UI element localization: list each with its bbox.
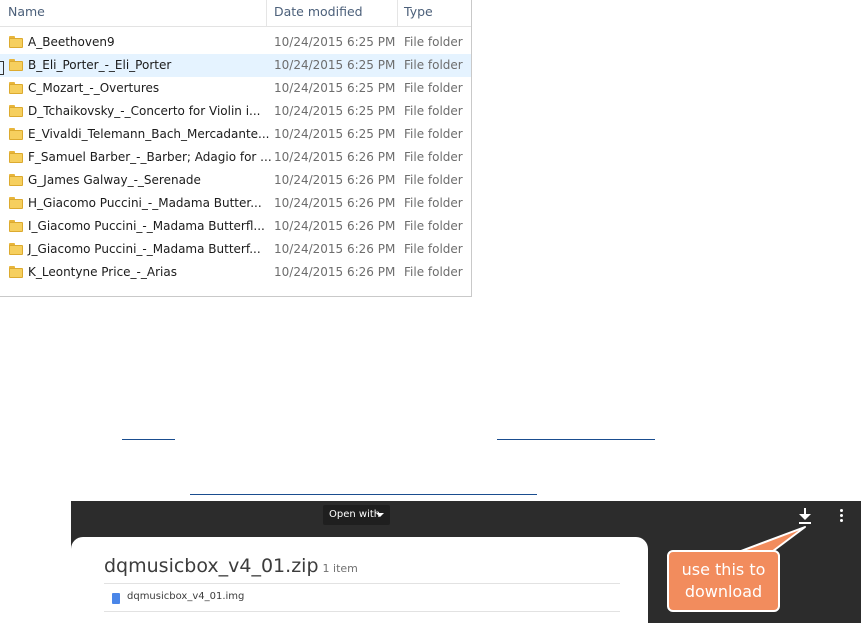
open-with-button[interactable]: Open with — [323, 505, 390, 525]
item-type: File folder — [404, 196, 463, 210]
column-header-name[interactable]: Name — [8, 0, 45, 26]
folder-name: A_Beethoven9 — [28, 35, 115, 49]
item-type: File folder — [404, 242, 463, 256]
archive-preview-card: dqmusicbox_v4_01.zip 1 item dqmusicbox_v4… — [71, 537, 648, 623]
folder-icon — [9, 59, 23, 71]
date-modified: 10/24/2015 6:26 PM — [274, 173, 396, 187]
date-modified: 10/24/2015 6:26 PM — [274, 219, 396, 233]
link-underline[interactable] — [122, 439, 175, 440]
folder-row[interactable]: F_Samuel Barber_-_Barber; Adagio for ...… — [0, 146, 471, 169]
folder-row[interactable]: I_Giacomo Puccini_-_Madama Butterfl... 10… — [0, 215, 471, 238]
folder-icon — [9, 174, 23, 186]
item-type: File folder — [404, 219, 463, 233]
file-icon — [112, 593, 120, 604]
folder-name: F_Samuel Barber_-_Barber; Adagio for ... — [28, 150, 272, 164]
folder-name: D_Tchaikovsky_-_Concerto for Violin i... — [28, 104, 261, 118]
folder-icon — [9, 105, 23, 117]
item-type: File folder — [404, 265, 463, 279]
folder-row[interactable]: D_Tchaikovsky_-_Concerto for Violin i...… — [0, 100, 471, 123]
folder-icon — [9, 220, 23, 232]
item-type: File folder — [404, 127, 463, 141]
download-icon[interactable] — [798, 507, 812, 525]
item-type: File folder — [404, 173, 463, 187]
folder-row[interactable]: C_Mozart_-_Overtures 10/24/2015 6:25 PM Fi… — [0, 77, 471, 100]
folder-name: J_Giacomo Puccini_-_Madama Butterf... — [28, 242, 261, 256]
folder-name: K_Leontyne Price_-_Arias — [28, 265, 177, 279]
folder-name: E_Vivaldi_Telemann_Bach_Mercadante... — [28, 127, 270, 141]
column-header-type[interactable]: Type — [404, 0, 433, 26]
folder-name: G_James Galway_-_Serenade — [28, 173, 201, 187]
item-type: File folder — [404, 104, 463, 118]
date-modified: 10/24/2015 6:26 PM — [274, 242, 396, 256]
column-header-date[interactable]: Date modified — [274, 0, 363, 26]
folder-row[interactable]: J_Giacomo Puccini_-_Madama Butterf... 10/… — [0, 238, 471, 261]
open-with-label: Open with — [329, 509, 381, 520]
item-type: File folder — [404, 35, 463, 49]
link-underline[interactable] — [190, 494, 537, 495]
file-explorer-list: Name Date modified Type A_Beethoven9 10/2… — [0, 0, 472, 297]
folder-name: I_Giacomo Puccini_-_Madama Butterfl... — [28, 219, 265, 233]
date-modified: 10/24/2015 6:25 PM — [274, 104, 396, 118]
folder-row[interactable]: K_Leontyne Price_-_Arias 10/24/2015 6:26 … — [0, 261, 471, 284]
column-separator[interactable] — [266, 0, 267, 26]
divider — [104, 583, 620, 584]
folder-row[interactable]: B_Eli_Porter_-_Eli_Porter 10/24/2015 6:25… — [0, 54, 471, 77]
item-type: File folder — [404, 150, 463, 164]
date-modified: 10/24/2015 6:26 PM — [274, 150, 396, 164]
chevron-down-icon — [376, 513, 384, 517]
folder-row[interactable]: A_Beethoven9 10/24/2015 6:25 PM File folde… — [0, 31, 471, 54]
archive-name: dqmusicbox_v4_01.zip — [104, 555, 319, 577]
date-modified: 10/24/2015 6:26 PM — [274, 265, 396, 279]
focus-bracket — [0, 61, 4, 75]
column-header-row: Name Date modified Type — [0, 0, 471, 27]
divider — [104, 611, 620, 612]
folder-row[interactable]: E_Vivaldi_Telemann_Bach_Mercadante... 10/… — [0, 123, 471, 146]
folder-icon — [9, 266, 23, 278]
item-type: File folder — [404, 58, 463, 72]
archive-title: dqmusicbox_v4_01.zip 1 item — [104, 555, 358, 577]
folder-icon — [9, 151, 23, 163]
date-modified: 10/24/2015 6:26 PM — [274, 196, 396, 210]
archive-entry-name[interactable]: dqmusicbox_v4_01.img — [127, 591, 244, 602]
folder-name: C_Mozart_-_Overtures — [28, 81, 160, 95]
date-modified: 10/24/2015 6:25 PM — [274, 35, 396, 49]
folder-icon — [9, 243, 23, 255]
folder-icon — [9, 82, 23, 94]
folder-icon — [9, 197, 23, 209]
more-vert-icon[interactable] — [840, 509, 844, 523]
date-modified: 10/24/2015 6:25 PM — [274, 58, 396, 72]
drive-file-viewer: Open with dqmusicbox_v4_01.zip 1 item dqm… — [71, 501, 861, 623]
folder-icon — [9, 36, 23, 48]
item-count: 1 item — [322, 562, 358, 575]
column-separator[interactable] — [397, 0, 398, 26]
link-underline[interactable] — [497, 439, 655, 440]
item-type: File folder — [404, 81, 463, 95]
download-callout: use this to download — [667, 550, 780, 612]
folder-row[interactable]: H_Giacomo Puccini_-_Madama Butter... 10/2… — [0, 192, 471, 215]
folder-name: B_Eli_Porter_-_Eli_Porter — [28, 58, 172, 72]
folder-row[interactable]: G_James Galway_-_Serenade 10/24/2015 6:26… — [0, 169, 471, 192]
folder-name: H_Giacomo Puccini_-_Madama Butter... — [28, 196, 262, 210]
date-modified: 10/24/2015 6:25 PM — [274, 81, 396, 95]
folder-icon — [9, 128, 23, 140]
date-modified: 10/24/2015 6:25 PM — [274, 127, 396, 141]
